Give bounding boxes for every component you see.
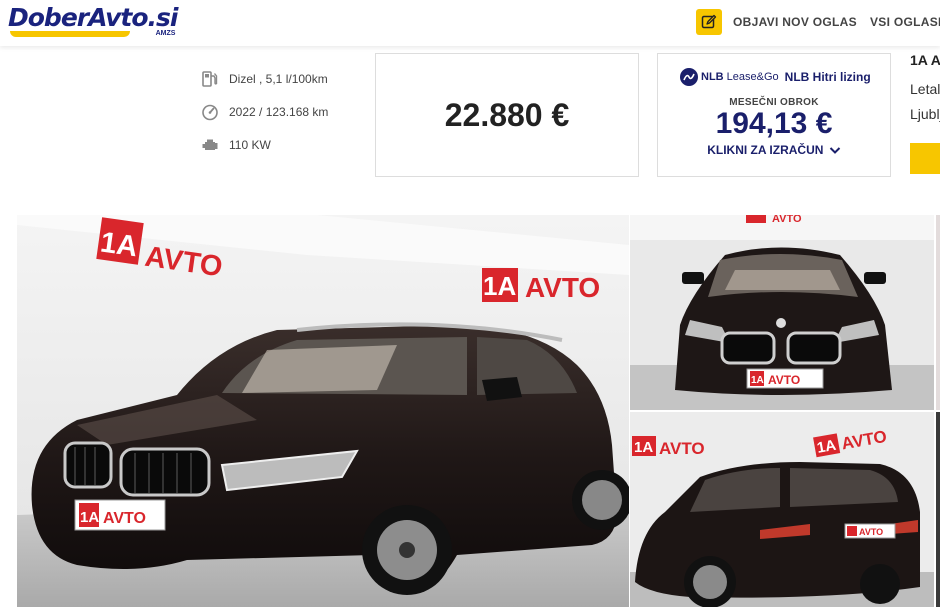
- fuel-pump-icon: [200, 69, 220, 89]
- svg-text:1A: 1A: [483, 271, 516, 301]
- nlb-brand-prefix: NLB: [701, 71, 724, 83]
- nlb-brand: NLB Lease&Go: [701, 71, 779, 83]
- front-car-image: AVTO 1A AVTO: [630, 215, 934, 410]
- spec-fuel-text: Dizel , 5,1 l/100km: [229, 71, 328, 86]
- leasing-header: NLB Lease&Go NLB Hitri lizing: [680, 68, 871, 86]
- gallery-thumbnail-rear[interactable]: 1A AVTO 1A AVTO AVTO: [630, 412, 934, 607]
- vehicle-specs: Dizel , 5,1 l/100km 2022 / 123.168 km 11…: [200, 62, 328, 161]
- logo-sub: AMZS: [155, 30, 176, 37]
- svg-text:1A: 1A: [80, 509, 99, 526]
- watermark-logo-4: 1A AVTO: [632, 436, 705, 458]
- monthly-payment-amount: 194,13 €: [715, 107, 833, 140]
- logo-text: DoberAvto.si: [8, 3, 178, 32]
- calculate-link-label: KLIKNI ZA IZRAČUN: [707, 143, 824, 157]
- spec-fuel: Dizel , 5,1 l/100km: [200, 62, 328, 95]
- post-ad-icon-button[interactable]: [696, 9, 722, 35]
- rear-car-image: 1A AVTO 1A AVTO AVTO: [630, 412, 934, 607]
- chevron-down-icon: [829, 147, 840, 155]
- gallery-thumbnail-next-1[interactable]: [936, 215, 940, 410]
- price-value: 22.880 €: [444, 96, 570, 133]
- calculate-link[interactable]: KLIKNI ZA IZRAČUN: [658, 143, 890, 157]
- main-photo[interactable]: 1A AVTO 1A AVTO 1A AVTO: [17, 215, 629, 607]
- spec-year-mileage-text: 2022 / 123.168 km: [229, 104, 329, 119]
- watermark-logo-2: 1A AVTO: [482, 268, 600, 303]
- svg-text:1A: 1A: [98, 226, 139, 263]
- svg-text:1A: 1A: [634, 439, 653, 456]
- spec-power-text: 110 KW: [229, 137, 271, 152]
- svg-text:AVTO: AVTO: [525, 272, 600, 303]
- leasing-box[interactable]: NLB Lease&Go NLB Hitri lizing MESEČNI OB…: [657, 53, 891, 177]
- license-plate: 1A AVTO: [746, 368, 824, 389]
- site-logo[interactable]: DoberAvto.si AMZS: [8, 3, 178, 37]
- dealer-panel: 1A A Letal Ljublj: [910, 50, 940, 140]
- license-plate: 1A AVTO: [74, 499, 166, 531]
- edit-icon: [701, 14, 717, 29]
- dealer-address-line1: Letal: [910, 81, 940, 97]
- spec-power: 110 KW: [200, 128, 328, 161]
- spec-year-mileage: 2022 / 123.168 km: [200, 95, 328, 128]
- leasing-title: NLB Hitri lizing: [784, 70, 871, 84]
- price-box: 22.880 €: [375, 53, 639, 177]
- svg-text:AVTO: AVTO: [772, 215, 802, 225]
- dealer-name[interactable]: 1A A: [910, 52, 940, 68]
- main-car-image: 1A AVTO 1A AVTO 1A AVTO: [17, 215, 629, 607]
- license-plate: AVTO: [844, 523, 896, 539]
- engine-icon: [200, 135, 220, 155]
- dealer-address-line2: Ljublj: [910, 106, 940, 122]
- speedometer-icon: [200, 102, 220, 122]
- gallery-thumbnail-next-2[interactable]: [936, 412, 940, 607]
- nlb-brand-suffix: Lease&Go: [726, 71, 779, 83]
- svg-text:AVTO: AVTO: [659, 439, 705, 458]
- contact-button[interactable]: [910, 143, 940, 174]
- svg-text:AVTO: AVTO: [103, 510, 146, 527]
- nlb-logo-icon: [680, 68, 698, 86]
- svg-text:1A: 1A: [816, 437, 838, 457]
- logo-swoosh: [10, 31, 130, 37]
- svg-text:AVTO: AVTO: [859, 527, 883, 537]
- svg-text:AVTO: AVTO: [768, 373, 800, 387]
- top-navigation-bar: DoberAvto.si AMZS OBJAVI NOV OGLAS VSI O…: [0, 0, 940, 46]
- gallery-thumbnail-front[interactable]: AVTO 1A AVTO: [630, 215, 934, 410]
- nav-post-ad[interactable]: OBJAVI NOV OGLAS: [733, 15, 857, 29]
- nav-all-ads[interactable]: VSI OGLASI: [870, 15, 940, 29]
- svg-text:1A: 1A: [751, 375, 764, 386]
